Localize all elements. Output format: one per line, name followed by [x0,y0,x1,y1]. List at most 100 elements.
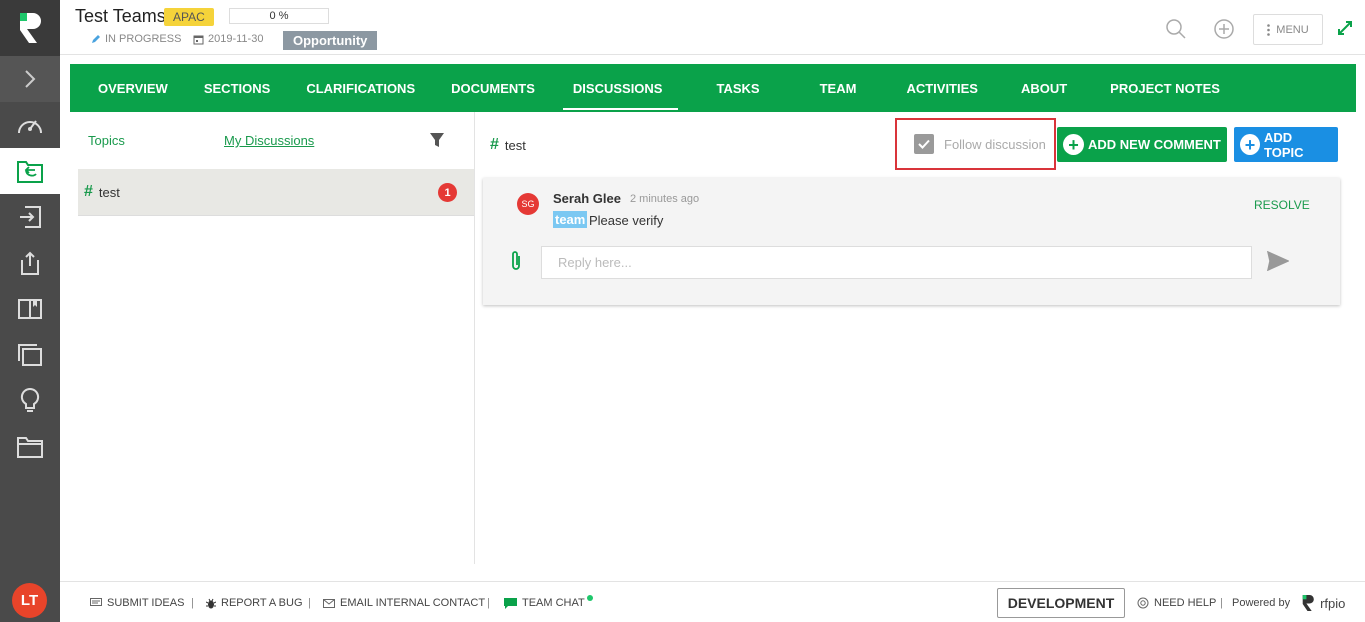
tab-clarifications[interactable]: CLARIFICATIONS [288,64,433,112]
resolve-button[interactable]: RESOLVE [1254,198,1310,212]
current-topic-heading: # test [490,136,526,154]
environment-button[interactable]: DEVELOPMENT [997,588,1125,618]
paperclip-icon[interactable] [509,249,523,273]
expand-rail-button[interactable] [0,56,60,102]
team-mention-tag[interactable]: team [553,211,588,228]
comment-card: SG Serah Glee 2 minutes ago team Please … [483,178,1340,305]
search-icon[interactable] [1165,18,1187,40]
kebab-icon [1267,23,1271,36]
author-avatar: SG [517,193,539,215]
app-root: LT Test Teams APAC 0 % IN PROGRESS 2019-… [0,0,1365,622]
add-new-comment-button[interactable]: + ADD NEW COMMENT [1057,127,1227,162]
chevron-right-icon [25,70,36,88]
powered-by-label: Powered by [1232,597,1291,609]
rail-item-ideas[interactable] [0,378,60,424]
bug-icon [206,598,216,608]
topic-name: test [98,184,120,200]
topics-pane: Topics My Discussions # test 1 [78,112,475,564]
project-tabs: OVERVIEW SECTIONS CLARIFICATIONS DOCUMEN… [70,64,1356,112]
rail-item-documents[interactable] [0,332,60,378]
tab-overview[interactable]: OVERVIEW [80,64,186,112]
project-header: Test Teams APAC 0 % IN PROGRESS 2019-11-… [60,0,1365,55]
upload-icon [21,251,39,275]
report-bug-link[interactable]: REPORT A BUG [206,597,303,609]
add-topic-label: ADD TOPIC [1264,129,1304,160]
footer-divider: | [308,597,311,609]
submit-ideas-label: SUBMIT IDEAS [107,597,185,609]
tab-sections[interactable]: SECTIONS [186,64,288,112]
tab-discussions[interactable]: DISCUSSIONS [553,64,689,112]
rail-item-folder[interactable] [0,424,60,470]
add-circle-icon[interactable] [1213,18,1235,40]
team-chat-label: TEAM CHAT [522,597,585,609]
plus-circle-icon: + [1063,134,1084,155]
checkmark-icon [918,139,930,149]
fullscreen-icon[interactable] [1337,20,1353,36]
add-topic-button[interactable]: + ADD TOPIC [1234,127,1338,162]
reply-input[interactable] [541,246,1252,279]
footer-bar: SUBMIT IDEAS | REPORT A BUG | EMAIL INTE… [60,581,1365,622]
follow-checkbox[interactable] [914,134,934,154]
comment-author: Serah Glee [553,191,621,206]
rail-item-export[interactable] [0,240,60,286]
email-contact-label: EMAIL INTERNAL CONTACT [340,597,486,609]
submit-ideas-link[interactable]: SUBMIT IDEAS [90,597,184,609]
menu-label: MENU [1276,23,1309,36]
lightbulb-icon [20,387,40,412]
pencil-icon [92,35,100,43]
folder-icon [17,437,43,458]
powered-by: Powered by rfpio [1232,594,1345,612]
tab-project-notes[interactable]: PROJECT NOTES [1092,64,1238,112]
left-rail: LT [0,0,60,622]
rfpio-brand-icon [1302,595,1314,611]
tab-activities[interactable]: ACTIVITIES [888,64,996,112]
topic-list-item[interactable]: # test 1 [78,169,474,216]
project-status: IN PROGRESS [91,33,181,45]
brand-name: rfpio [1320,595,1346,611]
tab-tasks[interactable]: TASKS [688,64,787,112]
user-avatar[interactable]: LT [12,583,47,618]
current-topic-name: test [504,137,526,153]
report-bug-label: REPORT A BUG [221,597,303,609]
comment-text: Please verify [589,213,664,228]
send-icon[interactable] [1267,251,1289,271]
footer-divider: | [191,597,194,609]
speedometer-icon [18,120,42,134]
comment-timestamp: 2 minutes ago [630,193,700,205]
follow-discussion-toggle[interactable]: Follow discussion [895,118,1056,170]
follow-label: Follow discussion [944,136,1046,152]
envelope-icon [323,598,335,608]
email-contact-link[interactable]: EMAIL INTERNAL CONTACT [323,597,485,609]
rfpio-logo[interactable] [0,0,60,56]
need-help-label: NEED HELP [1154,597,1217,609]
calendar-icon [193,35,204,44]
online-status-dot [586,595,593,601]
import-icon [20,206,41,228]
menu-button[interactable]: MENU [1253,14,1323,45]
plus-circle-icon: + [1240,134,1261,155]
rail-item-dashboard[interactable] [0,102,60,148]
project-title: Test Teams [75,6,166,26]
due-date-text: 2019-11-30 [208,33,264,45]
lifebuoy-icon [1137,597,1149,609]
need-help-link[interactable]: NEED HELP [1137,597,1216,609]
tab-documents[interactable]: DOCUMENTS [433,64,553,112]
rail-item-projects[interactable] [0,148,60,194]
status-text: IN PROGRESS [105,33,182,45]
team-chat-link[interactable]: TEAM CHAT [504,595,593,609]
tab-team[interactable]: TEAM [788,64,889,112]
footer-divider: | [1220,597,1223,609]
rail-item-library[interactable] [0,286,60,332]
tab-my-discussions[interactable]: My Discussions [224,133,314,148]
tab-about[interactable]: ABOUT [996,64,1092,112]
book-icon [18,299,42,319]
filter-icon[interactable] [429,132,445,148]
folder-return-icon [17,161,43,183]
tab-topics[interactable]: Topics [88,133,125,148]
add-comment-label: ADD NEW COMMENT [1088,137,1221,152]
project-due-date: 2019-11-30 [193,33,263,45]
rail-item-import[interactable] [0,194,60,240]
footer-divider: | [487,597,490,609]
logo-r-icon [20,13,41,43]
hash-icon: # [84,183,93,200]
